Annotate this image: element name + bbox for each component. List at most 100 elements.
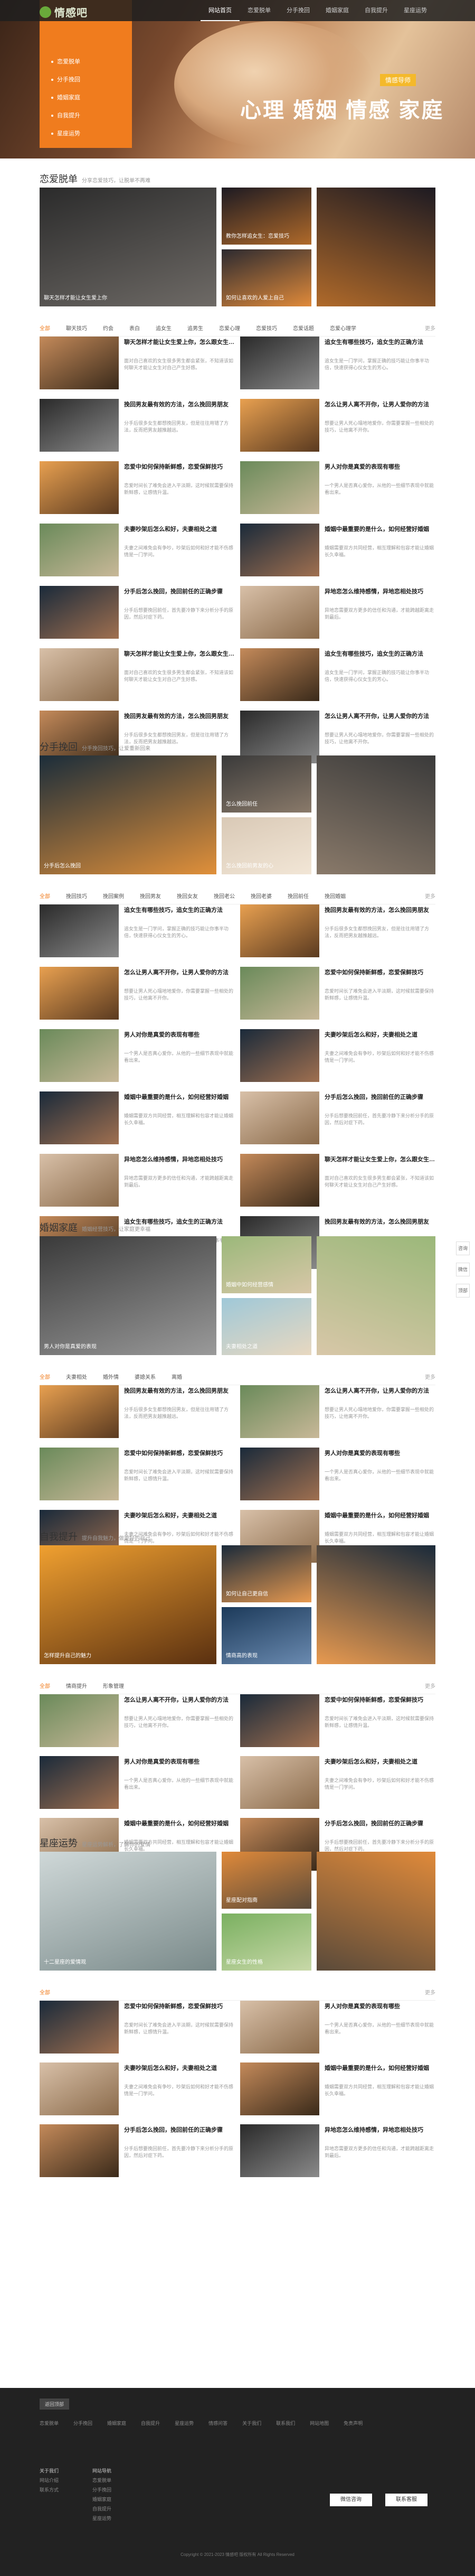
tab-item[interactable]: 表白 <box>129 324 140 332</box>
article-item[interactable]: 恋爱中如何保持新鲜感，恋爱保鲜技巧 恋爱时间长了难免会进入平淡期，这时候就需要保持… <box>240 967 435 1020</box>
tab-item[interactable]: 全部 <box>40 1682 50 1690</box>
article-item[interactable]: 聊天怎样才能让女生爱上你，怎么跟女生聊天 面对自己喜欢的女生很多男生都会紧张，不知… <box>40 337 235 389</box>
footer-link[interactable]: 恋爱脱单 <box>40 2420 59 2426</box>
footer-link[interactable]: 网站地图 <box>310 2420 329 2426</box>
article-item[interactable]: 聊天怎样才能让女生爱上你，怎么跟女生聊天 面对自己喜欢的女生很多男生都会紧张，不知… <box>240 1154 435 1207</box>
tab-item[interactable]: 挽回婚姻 <box>325 892 346 900</box>
article-item[interactable]: 怎么让男人离不开你，让男人爱你的方法 想要让男人死心塌地地爱你，你需要掌握一些相处… <box>240 1385 435 1438</box>
section-image[interactable]: 怎么挽回前男友的心 <box>222 817 311 874</box>
article-item[interactable]: 男人对你是真爱的表现有哪些 一个男人是否真心爱你，从他的一些细节表现中就能看出来。 <box>240 2001 435 2054</box>
article-item[interactable]: 夫妻吵架后怎么和好，夫妻相处之道 夫妻之间难免会有争吵，吵架后如何和好才能不伤感情… <box>40 2062 235 2115</box>
footer-link[interactable]: 分手挽回 <box>73 2420 92 2426</box>
section-image[interactable] <box>317 1545 435 1664</box>
tab-item[interactable]: 夫妻相处 <box>66 1373 87 1380</box>
article-item[interactable]: 怎么让男人离不开你，让男人爱你的方法 想要让男人死心塌地地爱你，你需要掌握一些相处… <box>40 1694 235 1747</box>
tab-item[interactable]: 全部 <box>40 1988 50 1996</box>
tab-item[interactable]: 挽回案例 <box>103 892 124 900</box>
article-item[interactable]: 挽回男友最有效的方法，怎么挽回男朋友分手后很多女生都想挽回男友，但是往往用错了方… <box>240 904 435 957</box>
article-item[interactable]: 分手后怎么挽回，挽回前任的正确步骤 分手后想要挽回前任，首先要冷静下来分析分手的原… <box>240 1091 435 1144</box>
section-image[interactable] <box>317 1852 435 1971</box>
article-item[interactable]: 追女生有哪些技巧，追女生的正确方法追女生是一门学问，掌握正确的技巧能让你事半功倍… <box>40 904 235 957</box>
tab-item[interactable]: 更多 <box>425 324 435 332</box>
nav-item[interactable]: 分手挽回 <box>279 0 318 21</box>
tab-item[interactable]: 恋爱心理学 <box>330 324 356 332</box>
section-image[interactable]: 星座女生的性格 <box>222 1914 311 1971</box>
tab-item[interactable]: 恋爱心理 <box>219 324 240 332</box>
footer-col-link[interactable]: 婚姻家庭 <box>92 2495 111 2504</box>
footer-link[interactable]: 婚姻家庭 <box>107 2420 126 2426</box>
tab-item[interactable]: 全部 <box>40 324 50 332</box>
section-image[interactable]: 婚姻中如何经营感情 <box>222 1236 311 1293</box>
footer-col-link[interactable]: 网站介绍 <box>40 2476 59 2485</box>
footer-col-link[interactable]: 星座运势 <box>92 2514 111 2523</box>
section-image[interactable]: 教你怎样追女生：恋爱技巧 <box>222 188 311 245</box>
footer-col-link[interactable]: 自我提升 <box>92 2504 111 2514</box>
float-button[interactable]: 咨询 <box>456 1242 470 1255</box>
tab-item[interactable]: 形象管理 <box>103 1682 124 1690</box>
side-menu-item[interactable]: 星座运势 <box>40 125 132 143</box>
section-image[interactable] <box>317 755 435 874</box>
tab-item[interactable]: 恋爱话题 <box>293 324 314 332</box>
article-item[interactable]: 分手后怎么挽回，挽回前任的正确步骤 分手后想要挽回前任，首先要冷静下来分析分手的原… <box>40 2124 235 2177</box>
article-item[interactable]: 恋爱中如何保持新鲜感，恋爱保鲜技巧 恋爱时间长了难免会进入平淡期，这时候就需要保持… <box>240 1694 435 1747</box>
footer-col-link[interactable]: 分手挽回 <box>92 2485 111 2495</box>
contact-button[interactable]: 联系客服 <box>385 2494 428 2506</box>
tab-item[interactable]: 追男生 <box>187 324 203 332</box>
article-item[interactable]: 挽回男友最有效的方法，怎么挽回男朋友分手后很多女生都想挽回男友，但是往往用错了方… <box>40 1385 235 1438</box>
side-menu-item[interactable]: 分手挽回 <box>40 71 132 89</box>
article-item[interactable]: 追女生有哪些技巧，追女生的正确方法追女生是一门学问，掌握正确的技巧能让你事半功倍… <box>240 648 435 701</box>
article-item[interactable]: 追女生有哪些技巧，追女生的正确方法追女生是一门学问，掌握正确的技巧能让你事半功倍… <box>240 337 435 389</box>
article-item[interactable]: 夫妻吵架后怎么和好，夫妻相处之道 夫妻之间难免会有争吵，吵架后如何和好才能不伤感情… <box>240 1029 435 1082</box>
tab-item[interactable]: 挽回老公 <box>214 892 235 900</box>
footer-link[interactable]: 自我提升 <box>141 2420 160 2426</box>
section-image[interactable]: 如何让自己更自信 <box>222 1545 311 1602</box>
tab-item[interactable]: 挽回前任 <box>288 892 309 900</box>
article-item[interactable]: 婚姻中最重要的是什么，如何经营好婚姻 婚姻需要双方共同经营，相互理解和包容才能让婚… <box>240 2062 435 2115</box>
article-item[interactable]: 怎么让男人离不开你，让男人爱你的方法 想要让男人死心塌地地爱你，你需要掌握一些相处… <box>40 967 235 1020</box>
section-feature-image[interactable]: 聊天怎样才能让女生爱上你 <box>40 188 216 306</box>
article-item[interactable]: 夫妻吵架后怎么和好，夫妻相处之道 夫妻之间难免会有争吵，吵架后如何和好才能不伤感情… <box>40 524 235 576</box>
tab-item[interactable]: 婆媳关系 <box>135 1373 156 1380</box>
section-image[interactable] <box>317 188 435 306</box>
article-item[interactable]: 男人对你是真爱的表现有哪些 一个男人是否真心爱你，从他的一些细节表现中就能看出来。 <box>40 1029 235 1082</box>
tab-item[interactable]: 挽回女友 <box>177 892 198 900</box>
footer-link[interactable]: 关于我们 <box>242 2420 261 2426</box>
nav-item[interactable]: 网站首页 <box>201 0 240 21</box>
tab-item[interactable]: 更多 <box>425 892 435 900</box>
section-feature-image[interactable]: 十二星座的爱情观 <box>40 1852 216 1971</box>
article-item[interactable]: 恋爱中如何保持新鲜感，恋爱保鲜技巧 恋爱时间长了难免会进入平淡期，这时候就需要保持… <box>40 1448 235 1500</box>
section-feature-image[interactable]: 男人对你是真爱的表现 <box>40 1236 216 1355</box>
article-item[interactable]: 异地恋怎么维持感情，异地恋相处技巧 异地恋需要双方更多的信任和沟通，才能跨越距离走… <box>40 1154 235 1207</box>
article-item[interactable]: 恋爱中如何保持新鲜感，恋爱保鲜技巧 恋爱时间长了难免会进入平淡期，这时候就需要保持… <box>40 2001 235 2054</box>
tab-item[interactable]: 情商提升 <box>66 1682 87 1690</box>
article-item[interactable]: 异地恋怎么维持感情，异地恋相处技巧 异地恋需要双方更多的信任和沟通，才能跨越距离走… <box>240 586 435 639</box>
article-item[interactable]: 男人对你是真爱的表现有哪些 一个男人是否真心爱你，从他的一些细节表现中就能看出来。 <box>240 461 435 514</box>
section-image[interactable]: 如何让喜欢的人爱上自己 <box>222 249 311 306</box>
tab-item[interactable]: 约会 <box>103 324 113 332</box>
float-button[interactable]: 微信 <box>456 1263 470 1276</box>
section-image[interactable] <box>317 1236 435 1355</box>
section-image[interactable]: 星座配对指南 <box>222 1852 311 1909</box>
footer-link[interactable]: 情感问答 <box>208 2420 227 2426</box>
footer-link[interactable]: 免责声明 <box>344 2420 363 2426</box>
tab-item[interactable]: 离婚 <box>172 1373 182 1380</box>
side-menu-item[interactable]: 恋爱脱单 <box>40 53 132 71</box>
section-feature-image[interactable]: 怎样提升自己的魅力 <box>40 1545 216 1664</box>
tab-item[interactable]: 更多 <box>425 1988 435 1996</box>
site-logo[interactable]: 情感吧 <box>40 4 88 20</box>
tab-item[interactable]: 更多 <box>425 1682 435 1690</box>
section-feature-image[interactable]: 分手后怎么挽回 <box>40 755 216 874</box>
article-item[interactable]: 恋爱中如何保持新鲜感，恋爱保鲜技巧 恋爱时间长了难免会进入平淡期，这时候就需要保持… <box>40 461 235 514</box>
float-button[interactable]: 顶部 <box>456 1284 470 1298</box>
article-item[interactable]: 挽回男友最有效的方法，怎么挽回男朋友分手后很多女生都想挽回男友，但是往往用错了方… <box>40 399 235 452</box>
article-item[interactable]: 异地恋怎么维持感情，异地恋相处技巧 异地恋需要双方更多的信任和沟通，才能跨越距离走… <box>240 2124 435 2177</box>
tab-item[interactable]: 全部 <box>40 892 50 900</box>
tab-item[interactable]: 追女生 <box>156 324 172 332</box>
tab-item[interactable]: 挽回老婆 <box>251 892 272 900</box>
nav-item[interactable]: 自我提升 <box>357 0 396 21</box>
article-item[interactable]: 怎么让男人离不开你，让男人爱你的方法 想要让男人死心塌地地爱你，你需要掌握一些相处… <box>240 399 435 452</box>
article-item[interactable]: 分手后怎么挽回，挽回前任的正确步骤 分手后想要挽回前任，首先要冷静下来分析分手的原… <box>40 586 235 639</box>
article-item[interactable]: 婚姻中最重要的是什么，如何经营好婚姻 婚姻需要双方共同经营，相互理解和包容才能让婚… <box>240 524 435 576</box>
side-menu-item[interactable]: 自我提升 <box>40 107 132 125</box>
back-to-top-button[interactable]: 返回顶部 <box>40 2398 70 2410</box>
